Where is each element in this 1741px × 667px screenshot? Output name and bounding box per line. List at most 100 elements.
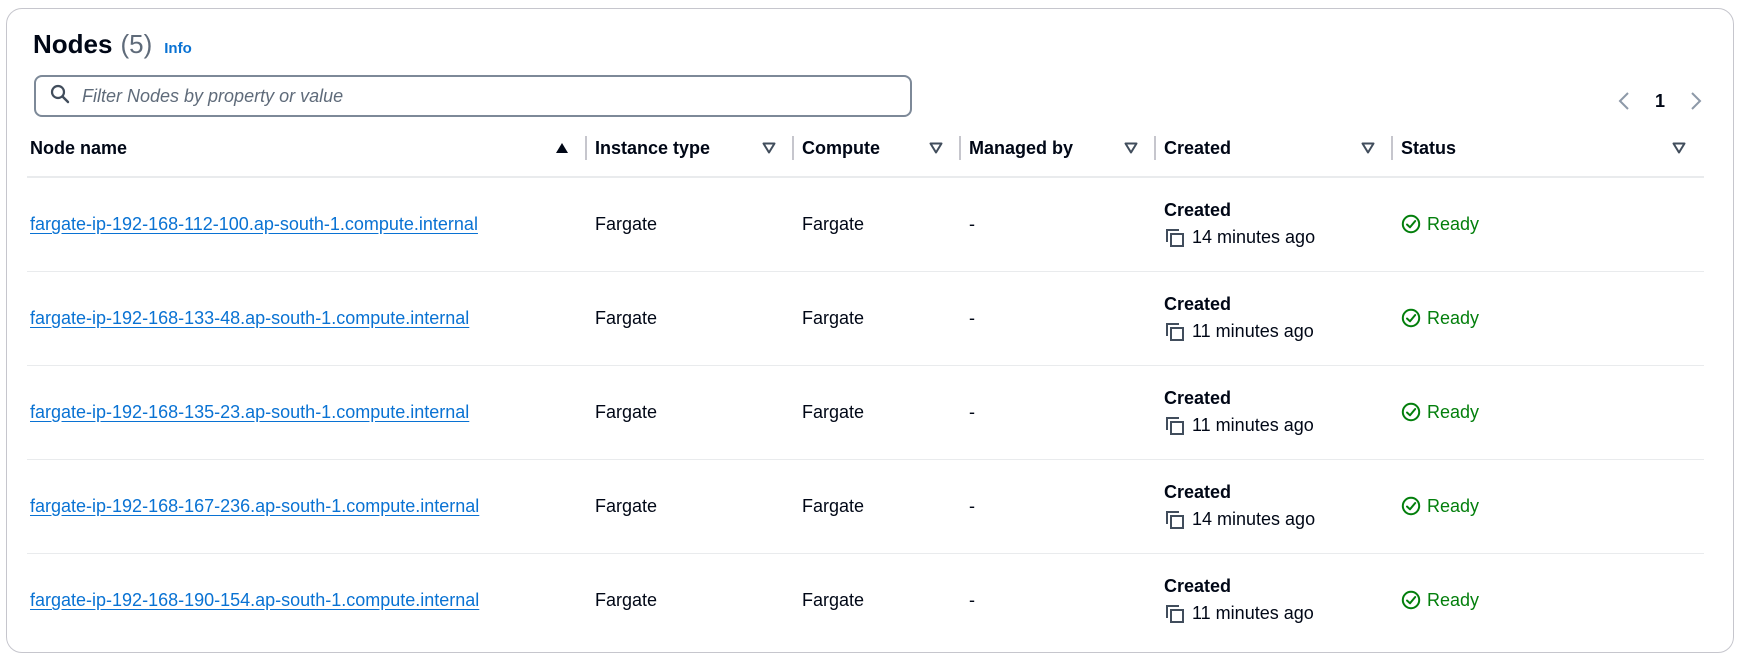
table-row: fargate-ip-192-168-133-48.ap-south-1.com… [27, 271, 1704, 366]
node-name-link[interactable]: fargate-ip-192-168-190-154.ap-south-1.co… [30, 590, 479, 610]
info-link[interactable]: Info [164, 40, 192, 57]
created-value: 14 minutes ago [1192, 227, 1316, 248]
sort-icon[interactable] [1124, 142, 1138, 154]
column-header-compute[interactable]: Compute [794, 120, 961, 178]
cell-status: Ready [1393, 271, 1704, 366]
column-header-instance-type[interactable]: Instance type [587, 120, 794, 178]
check-circle-icon [1401, 402, 1421, 422]
column-header-node-name[interactable]: Node name [27, 120, 587, 178]
chevron-right-icon[interactable] [1683, 89, 1709, 113]
copy-icon[interactable] [1164, 415, 1186, 437]
table-row: fargate-ip-192-168-190-154.ap-south-1.co… [27, 553, 1704, 647]
cell-compute: Fargate [802, 589, 865, 610]
column-header-status[interactable]: Status [1393, 120, 1704, 178]
check-circle-icon [1401, 496, 1421, 516]
cell-managed-by: - [961, 271, 1156, 366]
cell-created: Created 11 minutes ago [1156, 271, 1393, 366]
column-label: Instance type [595, 137, 711, 158]
cell-compute: Fargate [794, 177, 961, 272]
search-input[interactable] [80, 84, 880, 108]
search-box[interactable] [34, 75, 912, 117]
created-label: Created [1164, 481, 1232, 502]
table-row: fargate-ip-192-168-167-236.ap-south-1.co… [27, 459, 1704, 554]
cell-managed-by: - [961, 365, 1156, 460]
cell-compute: Fargate [794, 271, 961, 366]
cell-status: Ready [1393, 365, 1704, 460]
node-name-link[interactable]: fargate-ip-192-168-167-236.ap-south-1.co… [30, 496, 479, 516]
nodes-header: Nodes (5) Info [33, 29, 192, 60]
node-name-link[interactable]: fargate-ip-192-168-133-48.ap-south-1.com… [30, 308, 469, 328]
table-row: fargate-ip-192-168-112-100.ap-south-1.co… [27, 177, 1704, 272]
cell-compute: Fargate [794, 365, 961, 460]
check-circle-icon [1401, 215, 1421, 234]
search-icon [50, 84, 70, 109]
cell-status: Ready [1393, 459, 1704, 554]
status-label: Ready [1427, 307, 1480, 328]
cell-managed-by: - [961, 459, 1156, 554]
cell-managed-by: - [961, 177, 1156, 272]
sort-icon[interactable] [1361, 142, 1375, 154]
cell-managed-by: - [969, 589, 975, 610]
cell-instance-type: Fargate [587, 177, 794, 272]
created-label: Created [1164, 199, 1232, 220]
cell-node-name: fargate-ip-192-168-190-154.ap-south-1.co… [27, 553, 587, 647]
status-label: Ready [1427, 495, 1480, 516]
copy-icon[interactable] [1164, 321, 1186, 343]
page-title: Nodes [33, 29, 113, 59]
cell-node-name: fargate-ip-192-168-112-100.ap-south-1.co… [27, 177, 587, 272]
node-name-link[interactable]: fargate-ip-192-168-112-100.ap-south-1.co… [30, 214, 478, 234]
copy-icon[interactable] [1164, 509, 1186, 531]
copy-icon[interactable] [1164, 603, 1186, 625]
page-number[interactable]: 1 [1655, 91, 1665, 112]
table-row: fargate-ip-192-168-135-23.ap-south-1.com… [27, 365, 1704, 460]
status-badge: Ready [1401, 496, 1696, 517]
cell-status: Ready [1393, 553, 1704, 647]
column-label: Managed by [969, 137, 1074, 158]
status-badge: Ready [1401, 402, 1696, 423]
cell-node-name: fargate-ip-192-168-135-23.ap-south-1.com… [27, 365, 587, 460]
created-label: Created [1164, 575, 1232, 596]
cell-compute: Fargate [794, 459, 961, 554]
status-badge: Ready [1401, 214, 1696, 235]
column-label: Status [1401, 137, 1457, 158]
cell-node-name: fargate-ip-192-168-167-236.ap-south-1.co… [27, 459, 587, 554]
column-header-created[interactable]: Created [1156, 120, 1393, 178]
check-circle-icon [1401, 591, 1421, 610]
status-badge: Ready [1401, 308, 1696, 329]
cell-created: Created 14 minutes ago [1156, 177, 1393, 272]
pagination: 1 [1611, 89, 1709, 113]
created-label: Created [1164, 293, 1232, 314]
created-value: 11 minutes ago [1192, 321, 1314, 341]
cell-instance-type: Fargate [587, 459, 794, 554]
cell-instance-type: Fargate [587, 271, 794, 366]
sort-icon[interactable] [1672, 142, 1686, 154]
created-value: 11 minutes ago [1192, 415, 1314, 435]
copy-icon[interactable] [1164, 227, 1186, 249]
cell-instance-type: Fargate [595, 589, 658, 610]
status-label: Ready [1427, 589, 1480, 610]
created-label: Created [1164, 387, 1232, 408]
check-circle-icon [1401, 308, 1421, 328]
sort-icon[interactable] [929, 142, 943, 154]
column-label: Compute [802, 137, 880, 158]
sort-ascending-icon[interactable] [555, 142, 569, 154]
chevron-left-icon[interactable] [1611, 89, 1637, 113]
cell-node-name: fargate-ip-192-168-133-48.ap-south-1.com… [27, 271, 587, 366]
sort-icon[interactable] [762, 142, 776, 154]
status-badge: Ready [1401, 590, 1696, 611]
column-label: Node name [30, 137, 128, 158]
cell-created: Created 11 minutes ago [1156, 553, 1393, 647]
column-header-managed-by[interactable]: Managed by [961, 120, 1156, 178]
created-value: 11 minutes ago [1192, 603, 1314, 624]
node-name-link[interactable]: fargate-ip-192-168-135-23.ap-south-1.com… [30, 402, 469, 422]
table-header-row: Node name Instance type Compute Managed … [27, 120, 1704, 178]
status-label: Ready [1427, 401, 1480, 422]
cell-created: Created 14 minutes ago [1156, 459, 1393, 554]
nodes-table: Node name Instance type Compute Managed … [27, 120, 1704, 647]
cell-created: Created 11 minutes ago [1156, 365, 1393, 460]
status-label: Ready [1427, 213, 1480, 234]
created-value: 14 minutes ago [1192, 509, 1316, 529]
cell-instance-type: Fargate [587, 365, 794, 460]
column-label: Created [1164, 137, 1232, 158]
nodes-count: (5) [120, 29, 153, 59]
